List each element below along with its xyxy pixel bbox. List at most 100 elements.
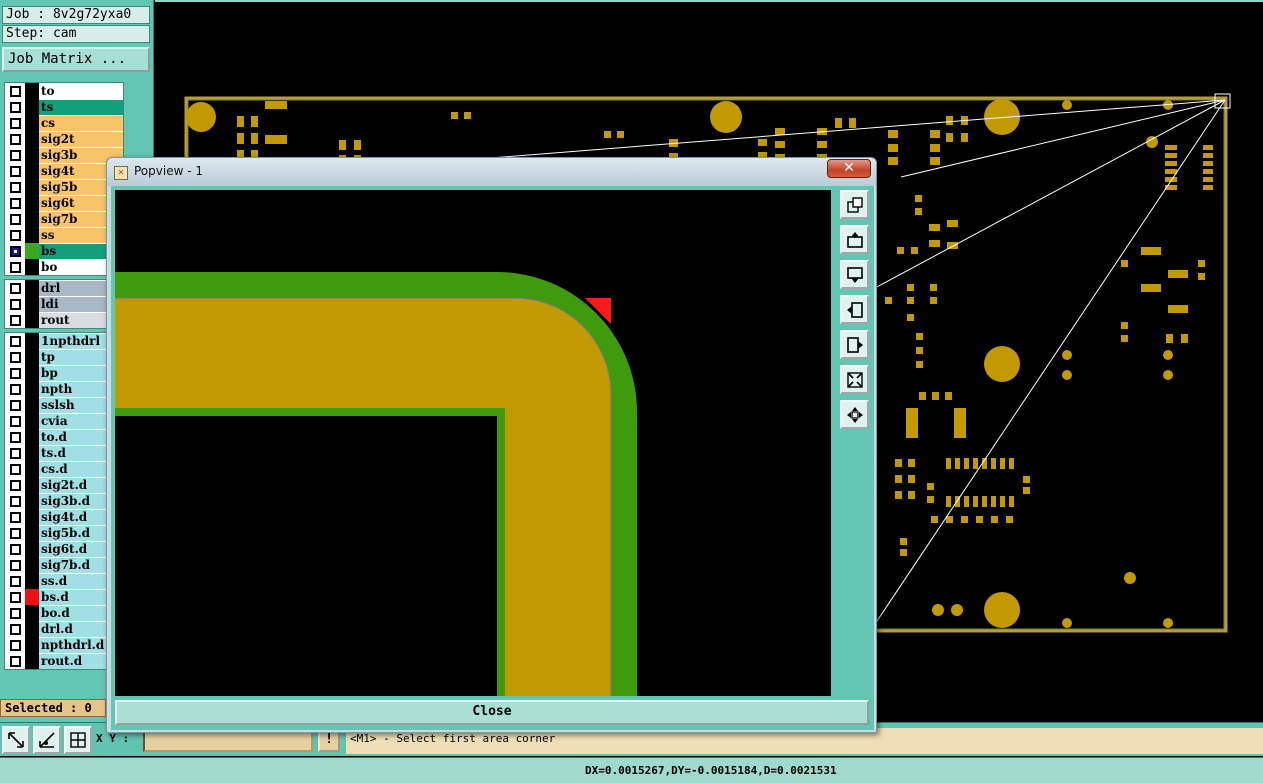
window-close-button[interactable]: ✕ bbox=[827, 159, 871, 178]
layer-checkbox[interactable] bbox=[10, 575, 21, 587]
layer-color-marker[interactable] bbox=[25, 605, 39, 621]
layer-color-marker[interactable] bbox=[25, 296, 39, 312]
layer-checkbox[interactable] bbox=[10, 298, 21, 310]
layer-checkbox[interactable] bbox=[10, 479, 21, 491]
layer-checkbox[interactable] bbox=[10, 463, 21, 475]
layer-color-marker[interactable] bbox=[25, 259, 39, 275]
layer-checkbox[interactable] bbox=[10, 399, 21, 411]
pan-left-icon[interactable] bbox=[840, 295, 869, 324]
layer-checkbox[interactable] bbox=[10, 213, 21, 225]
layer-checkbox[interactable] bbox=[10, 431, 21, 443]
layer-row-sig2t[interactable]: sig2t bbox=[5, 131, 123, 147]
layer-color-marker[interactable] bbox=[25, 365, 39, 381]
layer-row-cs[interactable]: cs bbox=[5, 115, 123, 131]
pan-right-icon[interactable] bbox=[840, 330, 869, 359]
zoomed-copper-corner bbox=[115, 272, 637, 696]
window-restore-icon[interactable] bbox=[840, 190, 869, 219]
layer-checkbox[interactable] bbox=[10, 623, 21, 635]
layer-color-marker[interactable] bbox=[25, 541, 39, 557]
layer-checkbox[interactable] bbox=[10, 229, 21, 241]
layer-checkbox[interactable] bbox=[10, 415, 21, 427]
layer-color-marker[interactable] bbox=[25, 163, 39, 179]
pan-up-icon[interactable] bbox=[840, 225, 869, 254]
layer-color-marker[interactable] bbox=[25, 637, 39, 653]
layer-color-marker[interactable] bbox=[25, 227, 39, 243]
popview-zoom-view[interactable] bbox=[115, 190, 831, 696]
layer-color-marker[interactable] bbox=[25, 653, 39, 669]
layer-name[interactable]: to bbox=[39, 83, 123, 99]
zoom-fit-icon[interactable] bbox=[840, 365, 869, 394]
layer-checkbox[interactable] bbox=[10, 495, 21, 507]
layer-checkbox[interactable] bbox=[10, 149, 21, 161]
layer-color-marker[interactable] bbox=[25, 509, 39, 525]
layer-color-marker[interactable] bbox=[25, 525, 39, 541]
job-matrix-button[interactable]: Job Matrix ... bbox=[2, 47, 150, 72]
layer-color-marker[interactable] bbox=[25, 429, 39, 445]
popview-titlebar[interactable]: ✕ Popview - 1 ✕ bbox=[107, 158, 876, 186]
layer-color-marker[interactable] bbox=[25, 461, 39, 477]
layer-checkbox[interactable] bbox=[10, 117, 21, 129]
layer-checkbox[interactable] bbox=[10, 197, 21, 209]
layer-checkbox[interactable] bbox=[10, 165, 21, 177]
layer-color-marker[interactable] bbox=[25, 557, 39, 573]
layer-checkbox[interactable] bbox=[10, 383, 21, 395]
layer-color-marker[interactable] bbox=[25, 280, 39, 296]
layer-color-marker[interactable] bbox=[25, 349, 39, 365]
popview-close-button[interactable]: Close bbox=[115, 700, 869, 725]
layer-checkbox[interactable] bbox=[10, 314, 21, 326]
layer-checkbox[interactable] bbox=[10, 607, 21, 619]
layer-checkbox[interactable] bbox=[10, 181, 21, 193]
zoom-area-icon[interactable] bbox=[2, 726, 30, 754]
measure-icon[interactable] bbox=[33, 726, 61, 754]
layer-checkbox[interactable] bbox=[10, 351, 21, 363]
layer-row-to[interactable]: to bbox=[5, 83, 123, 99]
layer-color-marker[interactable] bbox=[25, 445, 39, 461]
layer-color-marker[interactable] bbox=[25, 589, 39, 605]
layer-color-marker[interactable] bbox=[25, 477, 39, 493]
zoom-center-icon[interactable] bbox=[840, 400, 869, 429]
layer-color-marker[interactable] bbox=[25, 243, 39, 259]
layer-checkbox[interactable] bbox=[10, 511, 21, 523]
layer-checkbox[interactable] bbox=[10, 85, 21, 97]
layer-checkbox[interactable] bbox=[10, 261, 21, 273]
mounting-hole bbox=[984, 346, 1020, 382]
pan-down-icon[interactable] bbox=[840, 260, 869, 289]
layer-color-marker[interactable] bbox=[25, 397, 39, 413]
snap-grid-icon[interactable] bbox=[64, 726, 92, 754]
layer-name[interactable]: ts bbox=[39, 99, 123, 115]
layer-checkbox[interactable] bbox=[10, 133, 21, 145]
via bbox=[951, 604, 963, 616]
layer-checkbox[interactable] bbox=[10, 543, 21, 555]
layer-checkbox[interactable] bbox=[10, 101, 21, 113]
layer-name[interactable]: cs bbox=[39, 115, 123, 131]
layer-checkbox[interactable] bbox=[10, 527, 21, 539]
layer-checkbox[interactable] bbox=[10, 559, 21, 571]
layer-color-marker[interactable] bbox=[25, 333, 39, 349]
layer-color-marker[interactable] bbox=[25, 621, 39, 637]
layer-color-marker[interactable] bbox=[25, 312, 39, 328]
layer-color-marker[interactable] bbox=[25, 195, 39, 211]
layer-color-marker[interactable] bbox=[25, 381, 39, 397]
layer-color-marker[interactable] bbox=[25, 99, 39, 115]
layer-color-marker[interactable] bbox=[25, 573, 39, 589]
layer-color-marker[interactable] bbox=[25, 147, 39, 163]
layer-color-marker[interactable] bbox=[25, 413, 39, 429]
layer-row-ts[interactable]: ts bbox=[5, 99, 123, 115]
layer-color-marker[interactable] bbox=[25, 493, 39, 509]
layer-checkbox[interactable] bbox=[10, 282, 21, 294]
job-name-label: Job : 8v2g72yxa0 bbox=[2, 6, 150, 24]
layer-checkbox[interactable] bbox=[10, 335, 21, 347]
layer-checkbox[interactable] bbox=[10, 655, 21, 667]
layer-color-marker[interactable] bbox=[25, 83, 39, 99]
layer-checkbox[interactable] bbox=[10, 639, 21, 651]
board-interior bbox=[115, 416, 497, 696]
layer-color-marker[interactable] bbox=[25, 211, 39, 227]
layer-color-marker[interactable] bbox=[25, 131, 39, 147]
layer-color-marker[interactable] bbox=[25, 115, 39, 131]
layer-checkbox[interactable] bbox=[10, 591, 21, 603]
layer-checkbox[interactable] bbox=[10, 367, 21, 379]
layer-color-marker[interactable] bbox=[25, 179, 39, 195]
layer-checkbox[interactable] bbox=[10, 245, 21, 257]
layer-name[interactable]: sig2t bbox=[39, 131, 123, 147]
layer-checkbox[interactable] bbox=[10, 447, 21, 459]
